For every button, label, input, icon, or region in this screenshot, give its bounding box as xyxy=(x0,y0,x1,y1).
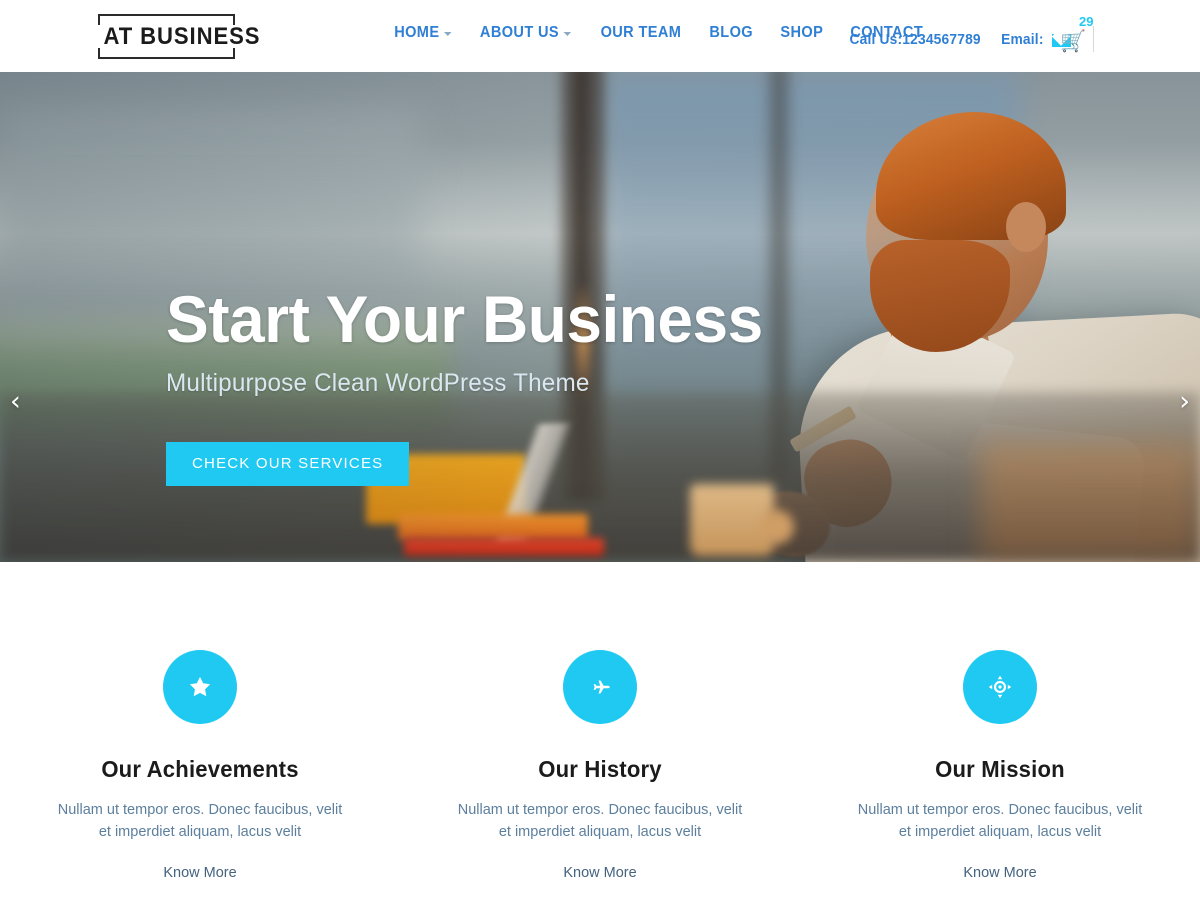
chevron-down-icon xyxy=(563,32,572,36)
nav-item-label: SHOP xyxy=(779,24,823,41)
feature-description: Nullam ut tempor eros. Donec faucibus, v… xyxy=(457,802,743,841)
crosshair-icon[interactable] xyxy=(963,650,1037,724)
features-section: Our Achievements Nullam ut tempor eros. … xyxy=(0,562,1200,900)
feature-title: Our History xyxy=(538,756,662,782)
nav-item-blog[interactable]: BLOG xyxy=(698,24,764,42)
check-our-services-button[interactable]: CHECK OUR SERVICES xyxy=(166,442,410,487)
hero-content: Start Your Business Multipurpose Clean W… xyxy=(166,282,781,487)
nav-item-label: HOME xyxy=(394,24,440,41)
slider-next-arrow-icon[interactable]: › xyxy=(1179,388,1190,415)
cart-count-badge: 29 xyxy=(1079,14,1094,29)
nav-item-home[interactable]: HOME xyxy=(394,24,463,42)
hero-slider: Start Your Business Multipurpose Clean W… xyxy=(0,72,1200,562)
nav-item-label: BLOG xyxy=(709,24,754,41)
feature-card-mission: Our Mission Nullam ut tempor eros. Donec… xyxy=(800,650,1200,900)
slider-prev-arrow-icon[interactable]: ‹ xyxy=(10,388,21,415)
nav-item-about-us[interactable]: ABOUT US xyxy=(469,24,583,42)
site-header: AT BUSINESS HOME ABOUT US OUR TEAM BLOG … xyxy=(0,0,1200,72)
logo-frame-corner xyxy=(98,48,100,59)
feature-title: Our Mission xyxy=(935,756,1065,782)
hero-title: Start Your Business xyxy=(166,282,763,356)
feature-card-history: Our History Nullam ut tempor eros. Donec… xyxy=(400,650,800,900)
feature-title: Our Achievements xyxy=(101,756,299,782)
logo-frame-corner xyxy=(98,14,100,25)
nav-item-shop[interactable]: SHOP xyxy=(769,24,834,42)
airplane-icon[interactable] xyxy=(563,650,637,724)
know-more-link[interactable]: Know More xyxy=(563,865,636,881)
star-icon[interactable] xyxy=(163,650,237,724)
feature-description: Nullam ut tempor eros. Donec faucibus, v… xyxy=(857,802,1143,841)
email-label: Email: xyxy=(1001,32,1044,48)
feature-description: Nullam ut tempor eros. Donec faucibus, v… xyxy=(57,802,343,841)
phone-number: Call Us:1234567789 xyxy=(849,32,981,48)
cart-button[interactable]: 🛒 29 xyxy=(1056,14,1104,58)
feature-card-achievements: Our Achievements Nullam ut tempor eros. … xyxy=(0,650,400,900)
shopping-cart-icon: 🛒 xyxy=(1060,30,1087,53)
site-logo[interactable]: AT BUSINESS xyxy=(98,14,261,59)
nav-item-label: ABOUT US xyxy=(480,24,560,41)
logo-frame: AT BUSINESS xyxy=(98,14,261,59)
logo-text: AT BUSINESS xyxy=(103,23,261,50)
know-more-link[interactable]: Know More xyxy=(963,865,1036,881)
chevron-down-icon xyxy=(444,32,452,36)
hero-subtitle: Multipurpose Clean WordPress Theme xyxy=(166,369,590,398)
know-more-link[interactable]: Know More xyxy=(163,865,236,881)
nav-item-our-team[interactable]: OUR TEAM xyxy=(590,24,693,42)
nav-item-label: OUR TEAM xyxy=(600,24,682,41)
